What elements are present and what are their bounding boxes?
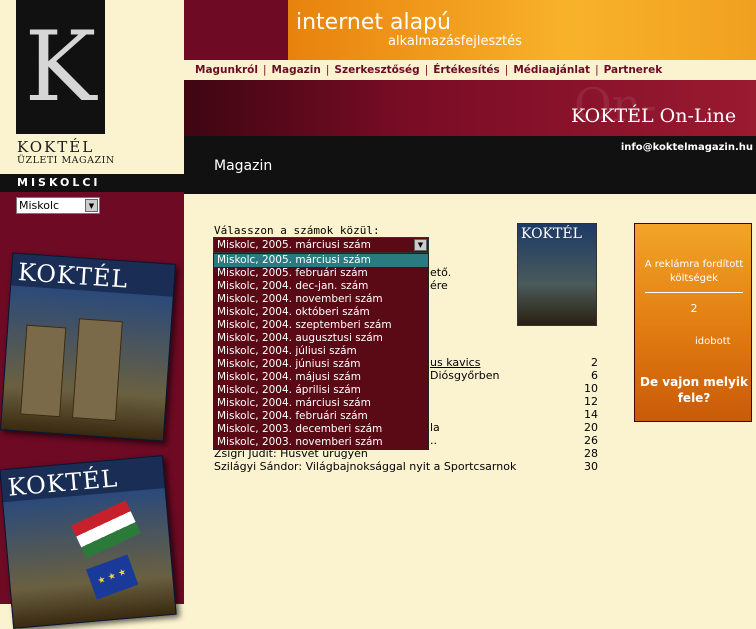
issue-option[interactable]: Miskolc, 2004. áprilisi szám [214, 384, 428, 397]
issue-option[interactable]: Miskolc, 2004. februári szám [214, 410, 428, 423]
ad-text-fragment: idobott [695, 336, 731, 347]
issue-option[interactable]: Miskolc, 2004. novemberi szám [214, 293, 428, 306]
page-number: 26 [584, 434, 598, 447]
issue-option[interactable]: Miskolc, 2004. márciusi szám [214, 397, 428, 410]
issue-select-value: Miskolc, 2005. márciusi szám [217, 239, 371, 251]
ad-divider [645, 292, 743, 293]
side-advertisement[interactable]: A reklámra fordított költségek 2 idobott… [634, 223, 752, 422]
issue-option[interactable]: Miskolc, 2004. szeptemberi szám [214, 319, 428, 332]
banner-headline: internet alapú [296, 10, 451, 35]
issue-option[interactable]: Miskolc, 2003. decemberi szám [214, 423, 428, 436]
page-number: 2 [591, 356, 598, 369]
issue-cover-thumbnail[interactable]: KOKTÉL [517, 223, 597, 326]
page-number: 14 [584, 408, 598, 421]
city-label: MISKOLCI [0, 174, 184, 192]
issue-option[interactable]: Miskolc, 2004. augusztusi szám [214, 332, 428, 345]
issue-option[interactable]: Miskolc, 2004. dec-jan. szám [214, 280, 428, 293]
text-fragment: Diósgyőrben [430, 369, 500, 382]
list-item[interactable]: Szilágyi Sándor: Világbajnoksággal nyit … [214, 460, 598, 473]
page-number: 30 [584, 460, 598, 473]
building-shape [20, 324, 67, 418]
issue-option[interactable]: Miskolc, 2004. júniusi szám [214, 358, 428, 371]
issue-dropdown-list: Miskolc, 2005. márciusi szám Miskolc, 20… [213, 253, 429, 450]
article-link[interactable]: us kavics [430, 356, 480, 369]
issue-select[interactable]: Miskolc, 2005. márciusi szám ▼ [213, 237, 429, 253]
nav-item-ertekesites[interactable]: Értékesítés [433, 64, 500, 76]
main-nav: Magunkról | Magazin | Szerkesztőség | Értékesí… [184, 60, 756, 80]
text-fragment: ére [430, 279, 448, 292]
email-link[interactable]: info@koktelmagazin.hu [621, 142, 753, 153]
logo-letter: K [16, 0, 105, 134]
logo-subtitle: ÜZLETI MAGAZIN [17, 155, 115, 166]
page-number: 12 [584, 395, 598, 408]
text-fragment: la [430, 421, 440, 434]
text-fragment: ető. [430, 266, 452, 279]
nav-item-magazin[interactable]: Magazin [272, 64, 321, 76]
nav-item-mediaajanlat[interactable]: Médiaajánlat [513, 64, 590, 76]
banner-subline: alkalmazásfejlesztés [388, 34, 522, 49]
page-number: 28 [584, 447, 598, 460]
logo[interactable]: K KOKTÉL ÜZLETI MAGAZIN [0, 0, 184, 174]
thumbnail-title: KOKTÉL [521, 226, 582, 242]
page-number: 20 [584, 421, 598, 434]
issue-select-label: Válasszon a számok közül: [214, 224, 380, 237]
ad-number: 2 [690, 302, 698, 315]
cover-image [3, 488, 176, 628]
nav-item-magunkrol[interactable]: Magunkról [195, 64, 258, 76]
city-select-value: Miskolc [19, 199, 60, 212]
ad-question: De vajon melyik fele? [640, 375, 748, 405]
issue-option[interactable]: Miskolc, 2005. februári szám [214, 267, 428, 280]
page-title: Magazin [214, 158, 273, 174]
city-select[interactable]: Miskolc ▼ [16, 197, 100, 214]
page-number: 6 [591, 369, 598, 382]
issue-option[interactable]: Miskolc, 2003. novemberi szám [214, 436, 428, 449]
issue-option[interactable]: Miskolc, 2004. júliusi szám [214, 345, 428, 358]
building-shape [72, 318, 123, 422]
nav-item-partnerek[interactable]: Partnerek [604, 64, 663, 76]
logo-name: KOKTÉL [17, 138, 95, 156]
chevron-down-icon[interactable]: ▼ [414, 239, 427, 251]
site-title: KOKTÉL On-Line [571, 105, 737, 127]
magazine-cover-1[interactable]: KOKTÉL [0, 252, 177, 442]
ad-text: A reklámra fordított költségek [644, 259, 744, 284]
text-fragment: .. [430, 434, 437, 447]
issue-option[interactable]: Miskolc, 2005. márciusi szám [214, 254, 428, 267]
issue-option[interactable]: Miskolc, 2004. októberi szám [214, 306, 428, 319]
article-title: Szilágyi Sándor: Világbajnoksággal nyit … [214, 460, 517, 473]
magazine-cover-2[interactable]: ★ ★ ★ KOKTÉL [0, 455, 177, 629]
chevron-down-icon[interactable]: ▼ [85, 199, 98, 212]
page-number: 10 [584, 382, 598, 395]
nav-item-szerkesztoseg[interactable]: Szerkesztőség [334, 64, 419, 76]
issue-option[interactable]: Miskolc, 2004. májusi szám [214, 371, 428, 384]
